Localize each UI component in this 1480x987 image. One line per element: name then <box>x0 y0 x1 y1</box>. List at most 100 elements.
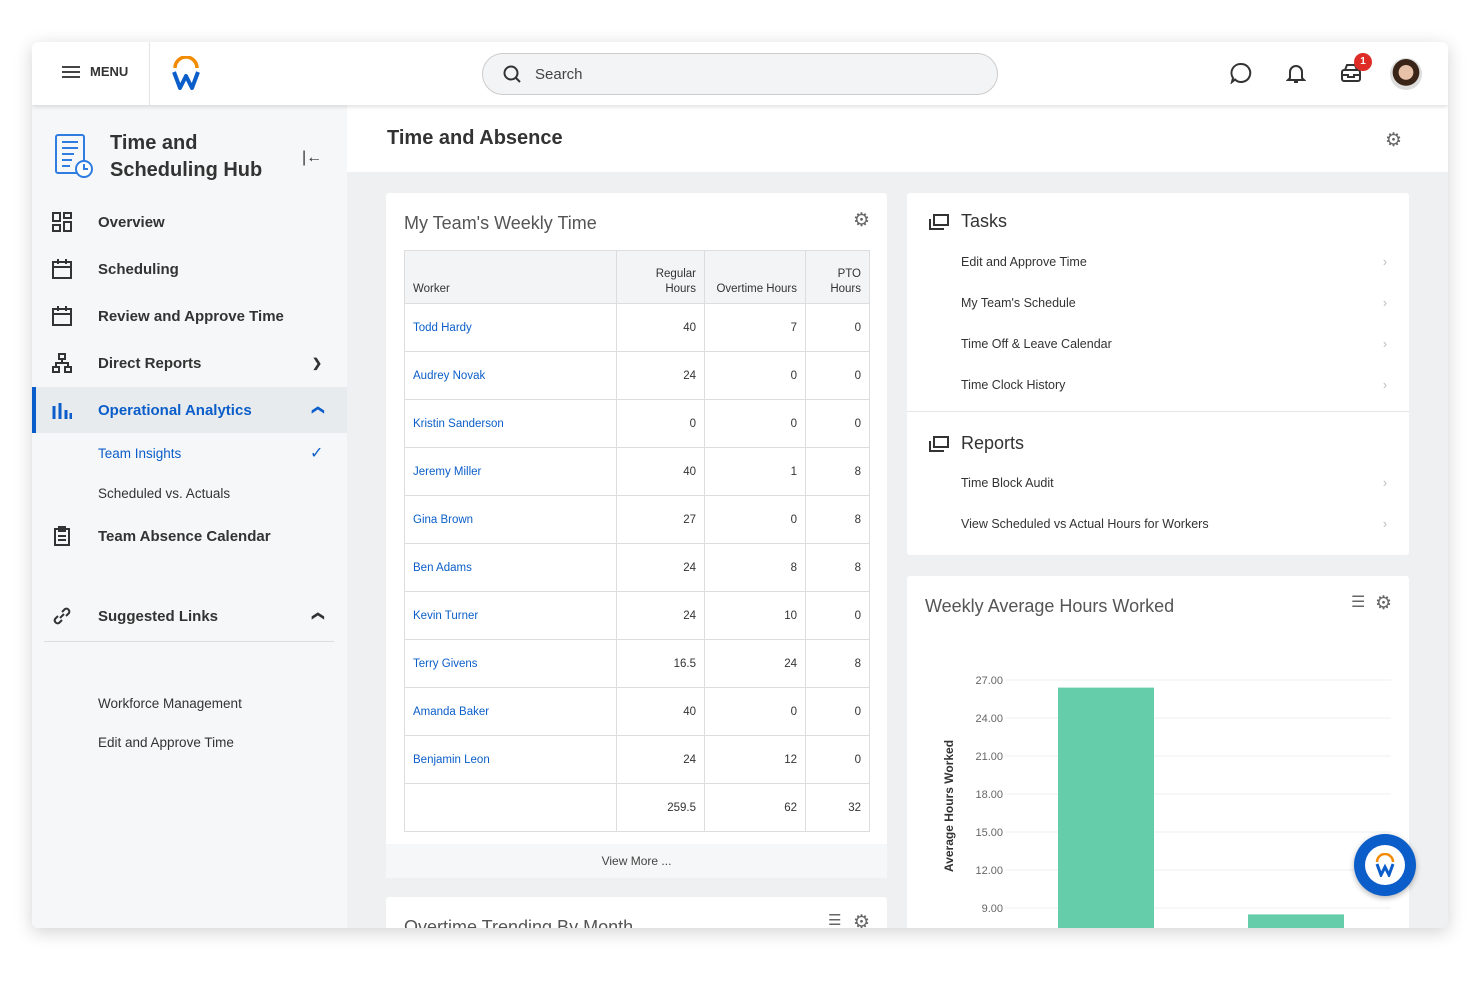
y-tick-label: 9.00 <box>982 903 1003 915</box>
section-title: Reports <box>961 433 1025 453</box>
calendar-icon <box>52 259 72 279</box>
link-label: View Scheduled vs Actual Hours for Worke… <box>961 517 1209 531</box>
reports-link[interactable]: Time Block Audit › <box>961 476 1387 490</box>
worker-link[interactable]: Jeremy Miller <box>404 447 617 496</box>
menu-button[interactable]: MENU <box>62 64 128 79</box>
assistant-button[interactable] <box>1354 834 1416 896</box>
view-more-button[interactable]: View More ... <box>386 844 887 878</box>
notification-badge: 1 <box>1354 53 1372 71</box>
sidebar-item-direct-reports[interactable]: Direct Reports ❯ <box>32 340 347 386</box>
table-cell: 40 <box>616 303 705 352</box>
y-tick-label: 12.00 <box>975 865 1003 877</box>
worker-link[interactable]: Terry Givens <box>404 639 617 688</box>
suggested-link[interactable]: Workforce Management <box>98 696 242 711</box>
chevron-right-icon: › <box>1382 296 1387 310</box>
y-tick-label: 15.00 <box>975 827 1003 839</box>
table-cell: 40 <box>616 687 705 736</box>
table-row: Amanda Baker 40 0 0 <box>404 687 870 736</box>
collapse-sidebar-icon[interactable]: |← <box>302 149 322 167</box>
page-title: Time and Absence <box>387 127 563 149</box>
divider <box>44 641 334 642</box>
chevron-right-icon: › <box>1382 517 1387 531</box>
link-label: Time Block Audit <box>961 476 1054 490</box>
link-label: Time Off & Leave Calendar <box>961 337 1112 351</box>
search-icon <box>503 65 521 83</box>
workday-logo[interactable] <box>172 56 200 90</box>
tasks-link[interactable]: Time Off & Leave Calendar › <box>961 337 1387 351</box>
gear-icon[interactable]: ⚙ <box>853 209 870 232</box>
worker-link[interactable]: Amanda Baker <box>404 687 617 736</box>
table-cell: 8 <box>805 543 870 592</box>
overtime-card: Overtime Trending By Month ☰ ⚙ <box>386 897 887 928</box>
table-cell: 0 <box>704 351 806 400</box>
table-cell: 0 <box>704 399 806 448</box>
window-icon <box>929 435 949 452</box>
worker-link[interactable]: Benjamin Leon <box>404 735 617 784</box>
worker-link[interactable]: Ben Adams <box>404 543 617 592</box>
table-row: Benjamin Leon 24 12 0 <box>404 735 870 784</box>
y-axis-label: Average Hours Worked <box>942 740 956 872</box>
table-cell: 8 <box>805 495 870 544</box>
table-cell <box>404 783 617 832</box>
sub-item-scheduled-vs-actuals[interactable]: Scheduled vs. Actuals <box>98 486 230 501</box>
bar[interactable] <box>1058 687 1154 928</box>
table-row: Jeremy Miller 40 1 8 <box>404 447 870 496</box>
sidebar-item-operational-analytics[interactable]: Operational Analytics ❯ <box>32 387 347 433</box>
table-cell: 0 <box>704 495 806 544</box>
check-icon: ✓ <box>310 445 324 462</box>
worker-link[interactable]: Kristin Sanderson <box>404 399 617 448</box>
sidebar-item-label: Review and Approve Time <box>98 307 284 325</box>
table-cell: 0 <box>704 687 806 736</box>
sidebar-item-review-approve-time[interactable]: Review and Approve Time <box>32 293 347 339</box>
chat-icon[interactable] <box>1230 62 1252 84</box>
sidebar-item-overview[interactable]: Overview <box>32 199 347 245</box>
window-icon <box>929 213 949 230</box>
worker-link[interactable]: Kevin Turner <box>404 591 617 640</box>
tasks-link[interactable]: Time Clock History › <box>961 378 1387 392</box>
suggested-link[interactable]: Edit and Approve Time <box>98 735 234 750</box>
chevron-down-icon[interactable]: ❯ <box>312 356 322 370</box>
worker-link[interactable]: Gina Brown <box>404 495 617 544</box>
app-window: MENU Search 1 Time and Scheduling Hub |←… <box>32 42 1448 928</box>
tasks-link[interactable]: Edit and Approve Time › <box>961 255 1387 269</box>
table-cell: 27 <box>616 495 705 544</box>
sidebar-item-label: Suggested Links <box>98 607 219 625</box>
worker-link[interactable]: Todd Hardy <box>404 303 617 352</box>
chevron-right-icon: › <box>1382 255 1387 269</box>
table-cell: 7 <box>704 303 806 352</box>
table-row: Ben Adams 24 8 8 <box>404 543 870 592</box>
sidebar-item-label: Overview <box>98 213 165 231</box>
table-row: Audrey Novak 24 0 0 <box>404 351 870 400</box>
chevron-up-icon[interactable]: ❯ <box>310 611 324 621</box>
reports-link[interactable]: View Scheduled vs Actual Hours for Worke… <box>961 517 1387 531</box>
filter-icon[interactable]: ☰ <box>828 911 841 928</box>
chevron-right-icon: › <box>1382 337 1387 351</box>
menu-label: MENU <box>90 64 129 79</box>
bell-icon[interactable] <box>1286 62 1306 84</box>
sidebar-item-team-absence-calendar[interactable]: Team Absence Calendar <box>32 513 347 559</box>
bar[interactable] <box>1248 914 1344 928</box>
column-header: PTO Hours <box>805 250 870 304</box>
tasks-reports-card: Tasks Edit and Approve Time › My Team's Sc… <box>907 193 1409 555</box>
table-cell: 24 <box>616 735 705 784</box>
table-row: Gina Brown 27 0 8 <box>404 495 870 544</box>
grid-icon <box>52 212 72 232</box>
chevron-right-icon: › <box>1382 378 1387 392</box>
gear-icon[interactable]: ⚙ <box>853 911 870 928</box>
table-cell: 24 <box>616 351 705 400</box>
table-cell: 24 <box>616 543 705 592</box>
tasks-link[interactable]: My Team's Schedule › <box>961 296 1387 310</box>
org-chart-icon <box>52 353 72 373</box>
avatar[interactable] <box>1390 58 1422 90</box>
suggested-links-header[interactable]: Suggested Links ❯ <box>32 593 347 639</box>
worker-link[interactable]: Audrey Novak <box>404 351 617 400</box>
table-cell: 259.5 <box>616 783 705 832</box>
table-row: Terry Givens 16.5 24 8 <box>404 639 870 688</box>
chevron-up-icon[interactable]: ❯ <box>310 405 324 415</box>
link-label: Time Clock History <box>961 378 1066 392</box>
sub-item-team-insights[interactable]: Team Insights <box>98 446 181 461</box>
bar-chart-icon <box>52 403 72 419</box>
gear-icon[interactable]: ⚙ <box>1385 129 1402 152</box>
sidebar-item-scheduling[interactable]: Scheduling <box>32 246 347 292</box>
search-input[interactable]: Search <box>482 53 998 95</box>
